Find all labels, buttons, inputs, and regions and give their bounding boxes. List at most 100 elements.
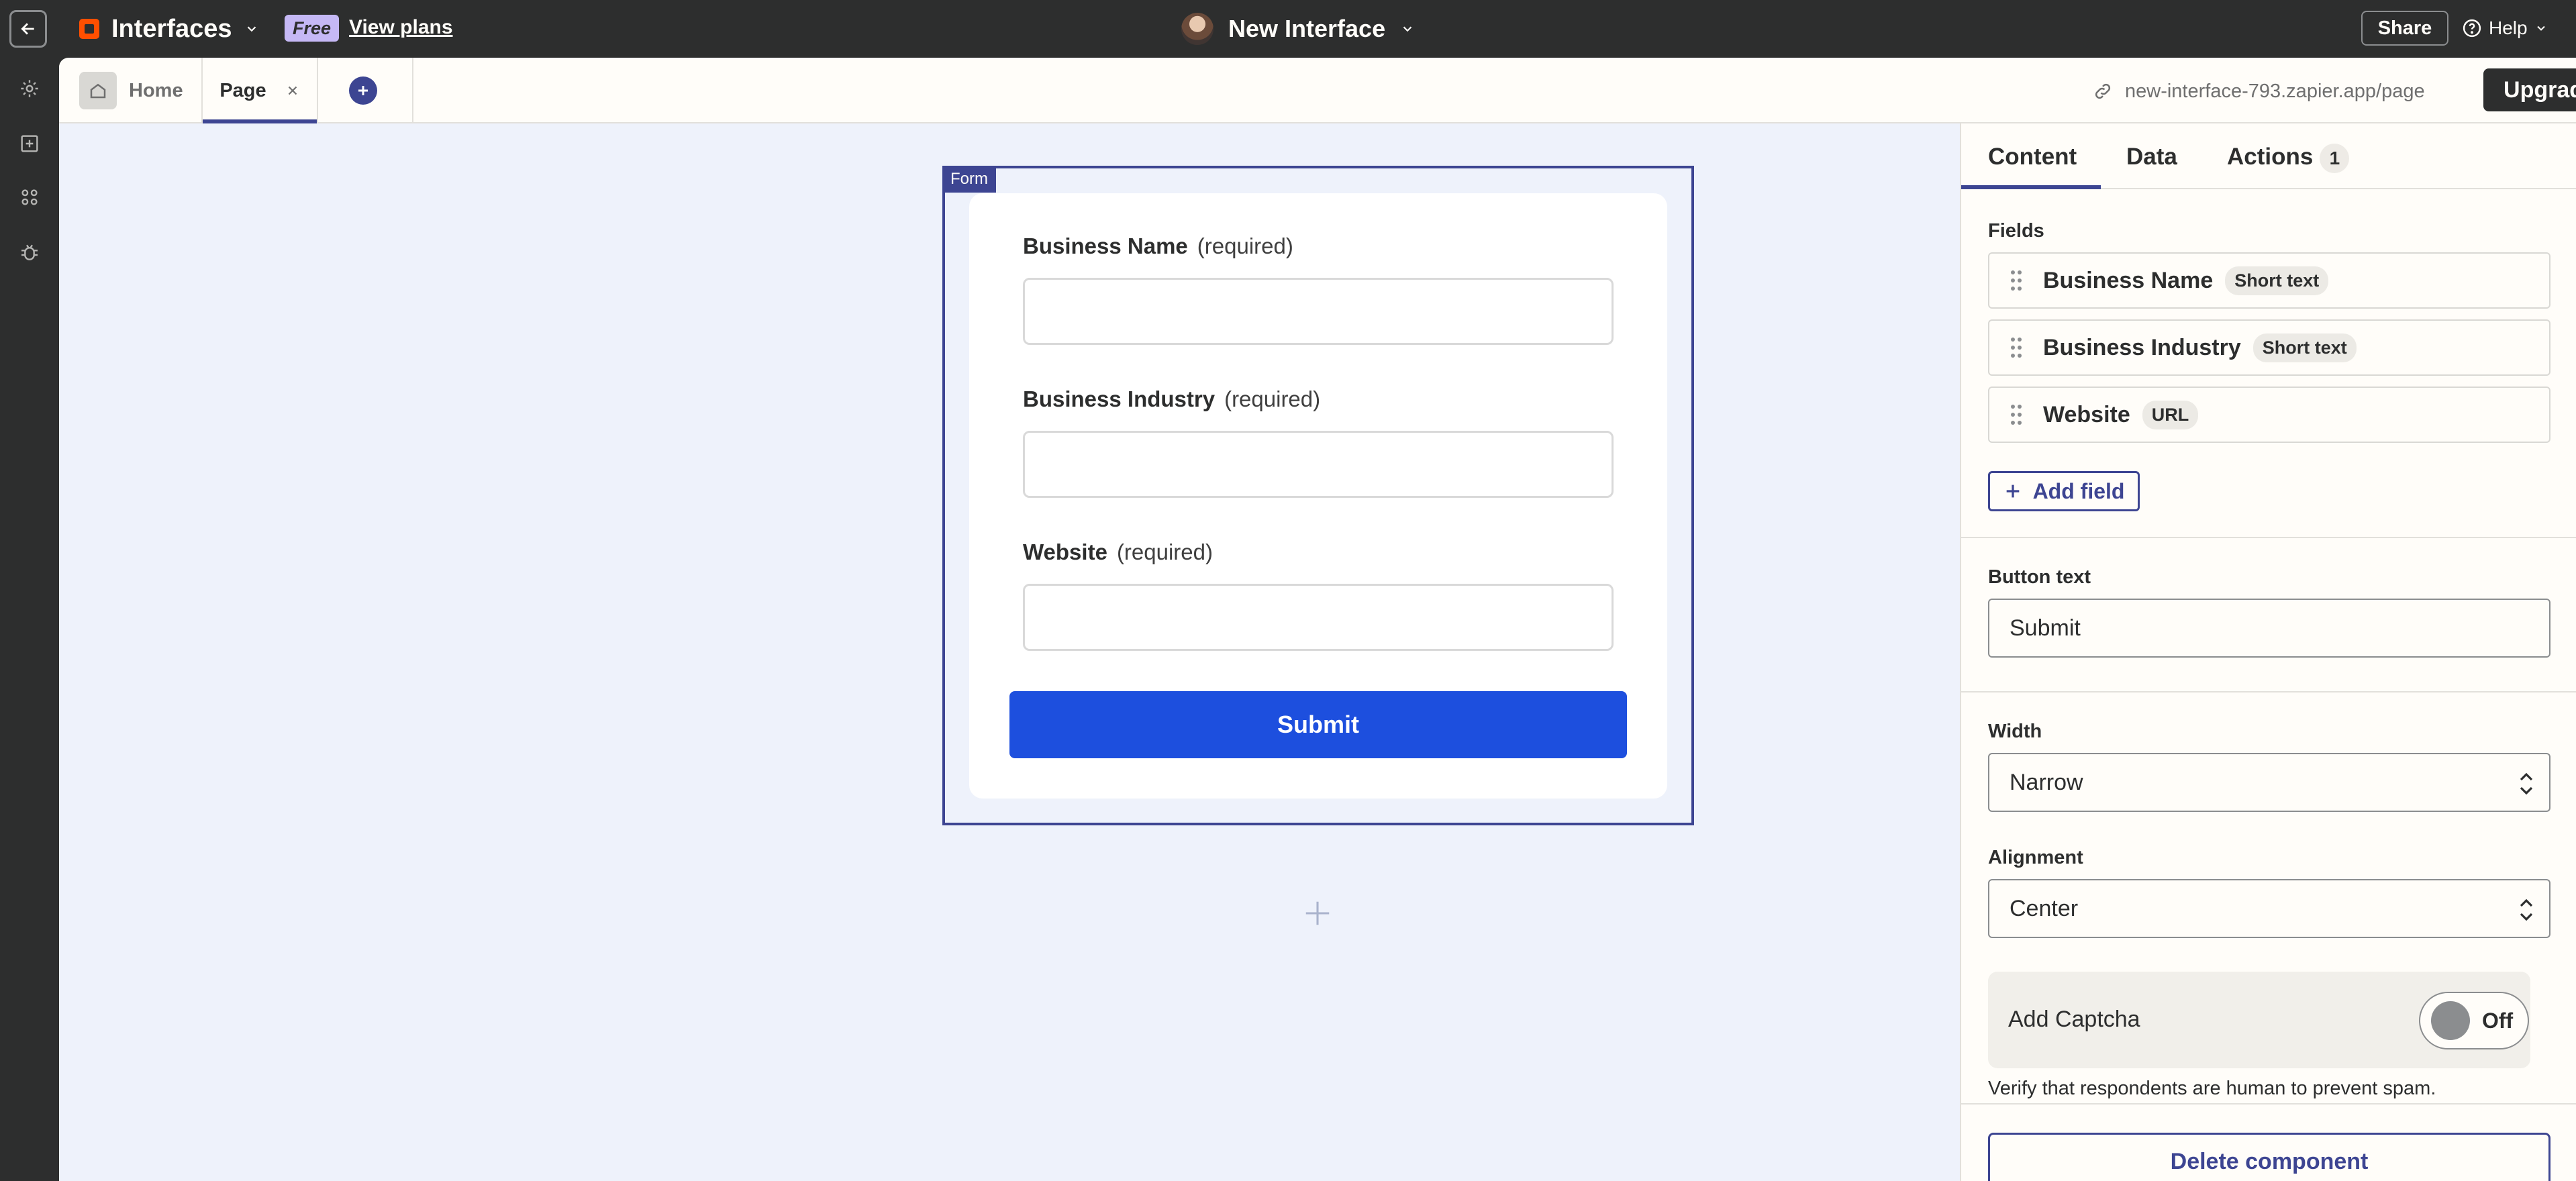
plan-badge: Free (285, 15, 340, 42)
drag-handle-icon[interactable] (1989, 269, 2043, 292)
select-arrows-icon (2520, 898, 2533, 921)
captcha-label: Add Captcha (2008, 1007, 2140, 1032)
button-text-value: Submit (2010, 615, 2081, 641)
avatar (1181, 13, 1213, 45)
width-select[interactable]: Narrow (1988, 753, 2550, 812)
tab-page-label: Page (219, 79, 266, 101)
field-type-badge: Short text (2225, 266, 2329, 295)
plus-icon (1305, 901, 1330, 925)
page-tab-bar: Home Page new-interface-793.zapier.app/p… (59, 58, 2576, 123)
form-field-label: Business Industry (required) (1023, 387, 1320, 412)
field-type-badge: Short text (2252, 333, 2357, 362)
field-list-item[interactable]: Business Industry Short text (1988, 319, 2550, 376)
active-tab-indicator (1961, 185, 2101, 189)
chevron-down-icon (2536, 25, 2545, 31)
apps-icon (21, 189, 38, 205)
business-industry-input[interactable] (1023, 431, 1614, 498)
field-name: Business Name (2043, 267, 2214, 293)
share-button[interactable]: Share (2361, 11, 2448, 46)
app-switcher[interactable]: Interfaces (79, 13, 259, 44)
width-label: Width (1988, 721, 2042, 742)
interface-switcher[interactable]: New Interface (1181, 11, 1415, 47)
form-submit-button[interactable]: Submit (1009, 691, 1627, 758)
field-label-text: Business Industry (1023, 387, 1216, 411)
app-name: Interfaces (111, 14, 232, 43)
fields-label: Fields (1988, 220, 2044, 242)
captcha-help-text: Verify that respondents are human to pre… (1988, 1078, 2436, 1099)
tab-home-label: Home (129, 79, 183, 101)
tab-data[interactable]: Data (2126, 144, 2177, 170)
required-marker: (required) (1224, 387, 1321, 411)
interface-name: New Interface (1228, 15, 1386, 42)
captcha-setting: Add Captcha Off (1988, 972, 2530, 1068)
add-field-button[interactable]: Add field (1988, 471, 2140, 511)
tab-actions[interactable]: Actions 1 (2227, 144, 2350, 173)
actions-count-badge: 1 (2320, 144, 2350, 173)
select-arrows-icon (2520, 772, 2533, 795)
drag-handle-icon[interactable] (1989, 336, 2043, 359)
settings-rail-button[interactable] (16, 75, 43, 102)
properties-panel: Content Data Actions 1 Fields Business Na… (1960, 123, 2576, 1181)
delete-component-button[interactable]: Delete component (1988, 1133, 2550, 1181)
add-section-button[interactable] (1301, 896, 1334, 930)
plus-icon (358, 86, 368, 95)
url-text: new-interface-793.zapier.app/page (2125, 80, 2425, 102)
add-field-label: Add field (2032, 478, 2125, 503)
zapier-logo-icon (79, 19, 99, 39)
required-marker: (required) (1197, 234, 1293, 258)
section-divider (1961, 1103, 2576, 1105)
tab-content[interactable]: Content (1988, 144, 2077, 170)
required-marker: (required) (1116, 540, 1213, 564)
toggle-knob (2431, 1001, 2470, 1040)
published-url[interactable]: new-interface-793.zapier.app/page (2093, 76, 2425, 106)
view-plans-link[interactable]: View plans (349, 16, 453, 39)
top-bar: Interfaces Free View plans New Interface… (0, 0, 2576, 58)
help-circle-icon (2463, 19, 2481, 38)
field-list-item[interactable]: Business Name Short text (1988, 252, 2550, 309)
add-component-icon (21, 135, 38, 152)
link-icon (2095, 83, 2111, 99)
gear-icon (21, 80, 38, 97)
upgrade-button[interactable]: Upgrade (2483, 68, 2576, 111)
add-page-button[interactable] (349, 76, 377, 105)
website-input[interactable] (1023, 584, 1614, 651)
field-list-item[interactable]: Website URL (1988, 387, 2550, 443)
field-label-text: Business Name (1023, 234, 1188, 258)
help-button[interactable]: Help (2462, 13, 2548, 43)
captcha-toggle[interactable]: Off (2419, 992, 2529, 1049)
add-component-rail-button[interactable] (16, 130, 43, 157)
tab-home[interactable]: Home (79, 70, 183, 111)
close-icon[interactable] (285, 83, 300, 98)
home-icon-box (79, 72, 117, 109)
form-field-label: Business Name (required) (1023, 234, 1293, 259)
plus-icon (2006, 484, 2019, 498)
home-icon (90, 83, 106, 99)
form-field-label: Website (required) (1023, 540, 1213, 565)
tab-page[interactable]: Page (203, 58, 317, 123)
arrow-left-icon (21, 23, 34, 35)
alignment-value: Center (2010, 895, 2079, 921)
button-text-label: Button text (1988, 566, 2091, 588)
field-type-badge: URL (2142, 400, 2199, 429)
tab-divider (412, 58, 413, 122)
section-divider (1961, 537, 2576, 538)
button-text-input[interactable]: Submit (1988, 599, 2550, 658)
field-name: Business Industry (2043, 334, 2241, 360)
chevron-down-icon (247, 26, 256, 32)
tab-divider (317, 58, 318, 122)
width-value: Narrow (2010, 769, 2083, 795)
alignment-label: Alignment (1988, 847, 2083, 868)
apps-rail-button[interactable] (16, 184, 43, 211)
back-button[interactable] (9, 10, 47, 48)
toggle-state: Off (2482, 1008, 2514, 1033)
drag-handle-icon[interactable] (1989, 403, 2043, 426)
field-name: Website (2043, 401, 2130, 427)
alignment-select[interactable]: Center (1988, 879, 2550, 938)
section-divider (1961, 691, 2576, 692)
business-name-input[interactable] (1023, 278, 1614, 345)
left-rail (0, 58, 59, 1181)
field-label-text: Website (1023, 540, 1107, 564)
debug-rail-button[interactable] (16, 239, 43, 266)
chevron-down-icon (1403, 26, 1412, 32)
bug-icon (21, 244, 38, 260)
